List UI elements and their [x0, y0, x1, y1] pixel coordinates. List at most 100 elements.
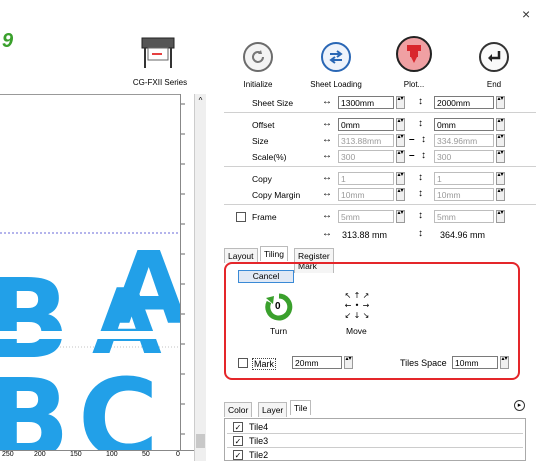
scale-row: Scale(%) ↔ 300 ▴▾ – ↕ 300 ▴▾ [224, 150, 536, 164]
vertical-arrow-icon: ↕ [418, 188, 423, 199]
cancel-button[interactable]: Cancel [238, 270, 294, 283]
size-w-input: 313.88mm [338, 134, 394, 147]
tile3-checkbox[interactable]: ✓ [233, 436, 243, 446]
svg-text:↙: ↙ [345, 311, 352, 320]
link-dash-icon: – [409, 134, 415, 145]
size-h-spinner: ▴▾ [496, 134, 505, 147]
panel-menu-icon[interactable]: ▸ [514, 400, 525, 411]
h-label-250: 250 [2, 451, 14, 458]
h-label-200: 200 [34, 451, 46, 458]
horizontal-arrow-icon: ↔ [322, 188, 332, 199]
copy-label: Copy [252, 174, 272, 184]
list-item[interactable]: ✓ Tile4 [227, 421, 523, 434]
svg-text:→: → [363, 301, 370, 310]
svg-text:↘: ↘ [363, 311, 370, 320]
tab-layer[interactable]: Layer [258, 402, 288, 417]
device-name: CG-FXII Series [132, 78, 188, 87]
initialize-label: Initialize [243, 80, 273, 89]
plot-button[interactable]: Plot... [386, 36, 442, 89]
frame-x-input: 5mm [338, 210, 394, 223]
scroll-up-icon[interactable]: ^ [195, 96, 206, 105]
copy-margin-x-input: 10mm [338, 188, 394, 201]
plotter-icon [140, 34, 176, 70]
horizontal-arrow-icon: ↔ [322, 172, 332, 183]
canvas-vertical-scrollbar[interactable]: ^ [194, 94, 206, 461]
horizontal-arrow-icon: ↔ [322, 228, 332, 239]
sheet-height-input[interactable]: 2000mm [434, 96, 494, 109]
offset-y-input[interactable]: 0mm [434, 118, 494, 131]
tile-list: ✓ Tile4 ✓ Tile3 ✓ Tile2 [224, 418, 526, 461]
frame-y-spinner: ▴▾ [496, 210, 505, 223]
size-label: Size [252, 136, 269, 146]
scroll-thumb[interactable] [196, 434, 205, 448]
sheet-size-label: Sheet Size [252, 98, 294, 108]
return-arrow-icon [479, 42, 509, 72]
copy-y-input: 1 [434, 172, 494, 185]
vertical-arrow-icon: ↕ [418, 172, 423, 183]
frame-row: Frame ↔ 5mm ▴▾ ↕ 5mm ▴▾ [224, 210, 536, 224]
size-row: Size ↔ 313.88mm ▴▾ – ↕ 334.96mm ▴▾ [224, 134, 536, 148]
sheet-size-row: Sheet Size ↔ 1300mm ▴▾ ↕ 2000mm ▴▾ [224, 96, 536, 110]
end-label: End [486, 80, 502, 89]
copy-margin-row: Copy Margin ↔ 10mm ▴▾ ↕ 10mm ▴▾ [224, 188, 536, 202]
mark-size-spinner[interactable]: ▴▾ [344, 356, 353, 369]
initialize-button[interactable]: Initialize [230, 42, 286, 89]
svg-text:↑: ↑ [354, 291, 361, 300]
vertical-arrow-icon: ↕ [418, 96, 423, 107]
frame-label: Frame [252, 212, 277, 222]
tab-tiling[interactable]: Tiling [260, 246, 288, 261]
tile4-checkbox[interactable]: ✓ [233, 422, 243, 432]
sheet-loading-button[interactable]: Sheet Loading [308, 42, 364, 89]
tiles-space-label: Tiles Space [400, 358, 447, 368]
vertical-arrow-icon: ↕ [421, 150, 426, 161]
turn-button[interactable]: 0 [264, 292, 294, 324]
tile3-label: Tile3 [249, 436, 269, 446]
offset-x-spinner[interactable]: ▴▾ [396, 118, 405, 131]
list-item[interactable]: ✓ Tile3 [227, 435, 523, 448]
move-arrows-icon[interactable]: ↖ ↑ ↗ ← • → ↙ ↓ ↘ [342, 290, 372, 320]
sheet-width-spinner[interactable]: ▴▾ [396, 96, 405, 109]
tab-color[interactable]: Color [224, 402, 253, 417]
tile2-checkbox[interactable]: ✓ [233, 450, 243, 460]
tile4-label: Tile4 [249, 422, 269, 432]
move-label: Move [346, 326, 367, 336]
sheet-width-input[interactable]: 1300mm [338, 96, 394, 109]
frame-x-spinner: ▴▾ [396, 210, 405, 223]
scale-h-input: 300 [434, 150, 494, 163]
vertical-arrow-icon: ↕ [418, 228, 423, 239]
size-h-input: 334.96mm [434, 134, 494, 147]
horizontal-ruler: 250 200 150 100 50 0 [0, 450, 194, 461]
tab-layout[interactable]: Layout [224, 248, 258, 263]
h-label-0: 0 [176, 451, 180, 458]
list-item[interactable]: ✓ Tile2 [227, 449, 523, 460]
scale-label: Scale(%) [252, 152, 287, 162]
offset-x-input[interactable]: 0mm [338, 118, 394, 131]
svg-text:•: • [355, 301, 360, 310]
close-button[interactable]: × [522, 6, 530, 22]
plot-icon [396, 36, 432, 72]
mark-checkbox[interactable] [238, 358, 248, 368]
h-label-100: 100 [106, 451, 118, 458]
link-dash-icon: – [409, 150, 415, 161]
tiles-space-input[interactable]: 10mm [452, 356, 498, 369]
scale-w-input: 300 [338, 150, 394, 163]
layout-canvas[interactable]: A B A B C [0, 94, 206, 461]
horizontal-arrow-icon: ↔ [322, 118, 332, 129]
horizontal-arrow-icon: ↔ [322, 96, 332, 107]
horizontal-arrow-icon: ↔ [322, 150, 332, 161]
svg-text:↗: ↗ [363, 291, 370, 300]
sheet-height-spinner[interactable]: ▴▾ [496, 96, 505, 109]
frame-y-input: 5mm [434, 210, 494, 223]
divider [224, 166, 536, 167]
tiles-space-spinner[interactable]: ▴▾ [500, 356, 509, 369]
end-button[interactable]: End [466, 42, 522, 89]
offset-y-spinner[interactable]: ▴▾ [496, 118, 505, 131]
vertical-arrow-icon: ↕ [418, 118, 423, 129]
copy-margin-y-input: 10mm [434, 188, 494, 201]
copy-x-spinner: ▴▾ [396, 172, 405, 185]
frame-checkbox[interactable] [236, 212, 246, 222]
tab-tile[interactable]: Tile [290, 400, 312, 415]
swap-arrows-icon [321, 42, 351, 72]
divider [224, 112, 536, 113]
mark-size-input[interactable]: 20mm [292, 356, 342, 369]
